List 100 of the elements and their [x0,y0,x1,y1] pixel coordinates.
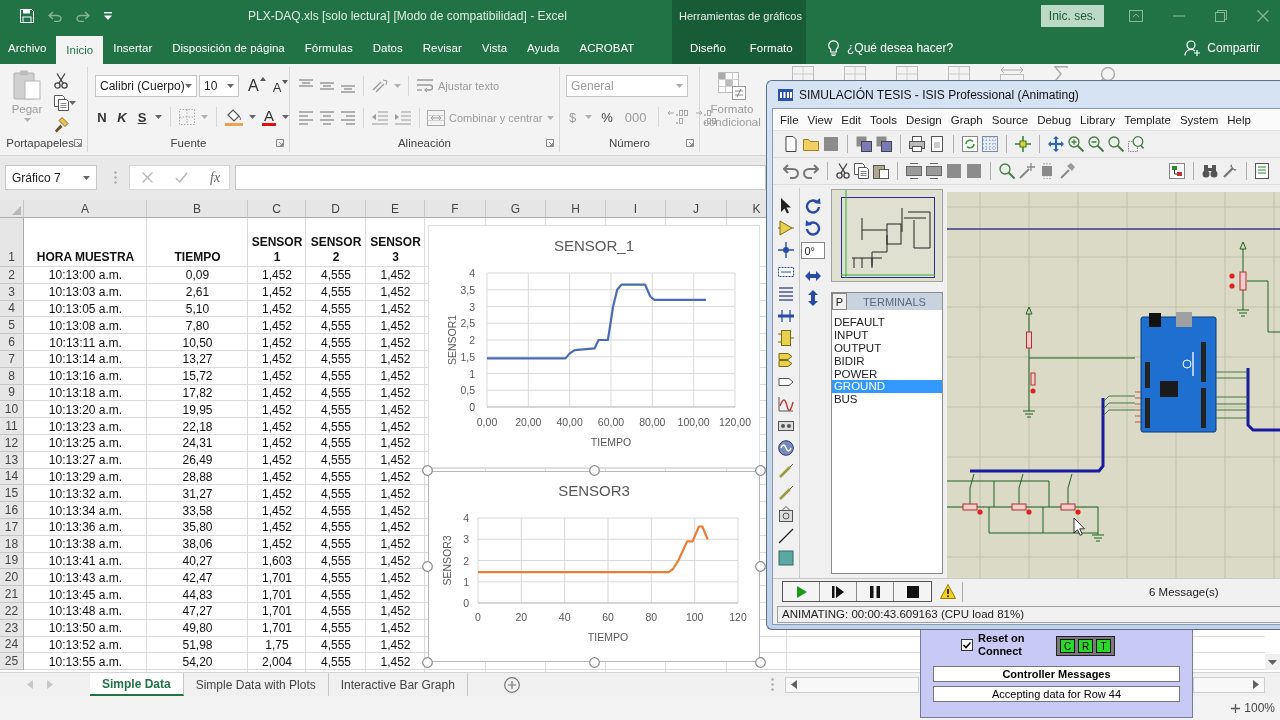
hammer-icon[interactable] [1059,163,1075,179]
grid-icon[interactable] [982,136,998,152]
list-item[interactable]: OUTPUT [831,341,942,355]
column-header[interactable]: D [306,200,366,218]
dialog-launcher-icon[interactable] [686,139,694,147]
column-header[interactable]: E [366,200,425,218]
checkbox[interactable] [961,639,973,651]
row-header[interactable]: 20 [0,569,24,587]
list-item[interactable]: DEFAULT [831,316,942,329]
bus-icon[interactable] [777,308,794,324]
column-header[interactable]: G [486,200,546,218]
caret-icon[interactable] [155,115,162,119]
resize-handle[interactable] [755,657,766,668]
border-grid-icon[interactable] [179,109,195,125]
cancel-icon[interactable] [142,172,153,183]
indent-increase-icon[interactable] [394,111,412,125]
resize-handle[interactable] [588,657,600,668]
resize-handle[interactable] [422,465,433,476]
rotation-angle-field[interactable]: 0° [801,242,826,259]
potentiometer[interactable] [1229,241,1250,317]
row-header[interactable]: 5 [0,317,24,335]
ribbon-tab[interactable]: Formato [737,32,805,64]
close-icon[interactable] [1257,10,1269,22]
add-sheet-icon[interactable] [503,676,520,693]
bold-button[interactable]: N [95,109,109,125]
restore-icon[interactable] [1215,10,1227,22]
resize-handle[interactable] [422,657,433,668]
menu-item[interactable]: Edit [841,113,862,126]
menu-item[interactable]: View [807,113,833,126]
terminal-icon[interactable] [777,352,794,368]
menu-item[interactable]: Source [991,113,1029,126]
column-header[interactable]: J [666,200,727,218]
grow-font-button[interactable]: A [248,77,266,95]
column-header[interactable]: F [425,200,486,218]
save-icon[interactable] [20,9,34,23]
list-item[interactable]: INPUT [831,328,942,342]
component-icon[interactable] [777,220,794,236]
ribbon-tab[interactable]: ACROBAT [569,32,645,64]
potentiometer[interactable] [962,473,983,515]
redo-icon[interactable] [76,10,90,22]
tape-icon[interactable] [777,418,794,434]
copy-icon[interactable] [54,95,69,111]
block-icon[interactable] [926,163,942,179]
list-item[interactable]: BUS [831,393,942,407]
indent-decrease-icon[interactable] [371,111,389,125]
probe-icon[interactable] [777,462,794,478]
text-angle-icon[interactable] [371,78,389,94]
sheet-tab[interactable]: Simple Data [90,673,184,696]
redo-icon[interactable] [803,163,819,179]
layers-icon[interactable] [876,136,892,152]
subcircuit-icon[interactable] [777,330,794,346]
ribbon-tab[interactable]: Revisar [412,32,472,64]
undo-icon[interactable] [48,10,62,22]
column-header[interactable]: I [606,200,666,218]
document-icon[interactable] [1255,163,1269,179]
ribbon-tab[interactable]: Diseño [678,32,738,64]
warning-icon[interactable] [940,584,956,599]
scroll-down-icon[interactable] [1265,654,1280,670]
probe-icon[interactable] [777,484,794,500]
flip-horizontal-icon[interactable] [805,268,822,284]
scroll-left-icon[interactable] [791,680,797,689]
scissors-icon[interactable] [836,163,850,179]
row-header[interactable]: 10 [0,401,24,419]
font-name-dropdown[interactable]: Calibri (Cuerpo) [95,75,197,97]
square-icon[interactable] [946,163,962,179]
undo-icon[interactable] [783,163,799,179]
menu-item[interactable]: Tools [870,113,897,126]
row-header[interactable]: 6 [0,334,24,351]
sign-in-button[interactable]: Inic. ses. [1041,5,1104,27]
formula-input[interactable] [235,165,766,190]
refresh-icon[interactable] [962,136,978,152]
block-icon[interactable] [906,163,922,179]
ribbon-tab[interactable]: Ayuda [517,32,570,64]
drag-handle-icon[interactable] [771,678,774,691]
ribbon-tab[interactable]: Datos [362,32,413,64]
horizontal-scrollbar[interactable] [1193,676,1265,693]
wand-icon[interactable] [1019,163,1035,179]
menu-item[interactable]: Graph [950,113,983,126]
square-icon[interactable] [823,136,839,152]
row-header[interactable]: 15 [0,485,24,503]
chip-icon[interactable] [1039,163,1055,179]
zoom-in-icon[interactable] [1068,136,1084,152]
scroll-right-icon[interactable] [1253,680,1259,689]
list-item[interactable]: BIDIR [831,354,942,368]
pause-button[interactable] [857,582,894,601]
label-icon[interactable] [777,264,794,280]
menu-item[interactable]: System [1179,113,1219,126]
potentiometer[interactable] [1011,473,1032,515]
zoom-out-icon[interactable] [1088,136,1104,152]
generator-icon[interactable] [777,440,794,456]
zoom-area-icon[interactable] [1128,136,1144,152]
move-arrows-icon[interactable] [1048,136,1064,152]
caret-icon[interactable] [69,101,76,105]
text-lines-icon[interactable] [777,286,794,302]
line-icon[interactable] [777,528,794,544]
row-header[interactable]: 11 [0,418,24,435]
message-count[interactable]: 6 Message(s) [1149,585,1219,598]
scissors-icon[interactable] [54,73,68,89]
decimal-increase-icon[interactable] [666,109,689,125]
new-file-icon[interactable] [783,136,799,152]
